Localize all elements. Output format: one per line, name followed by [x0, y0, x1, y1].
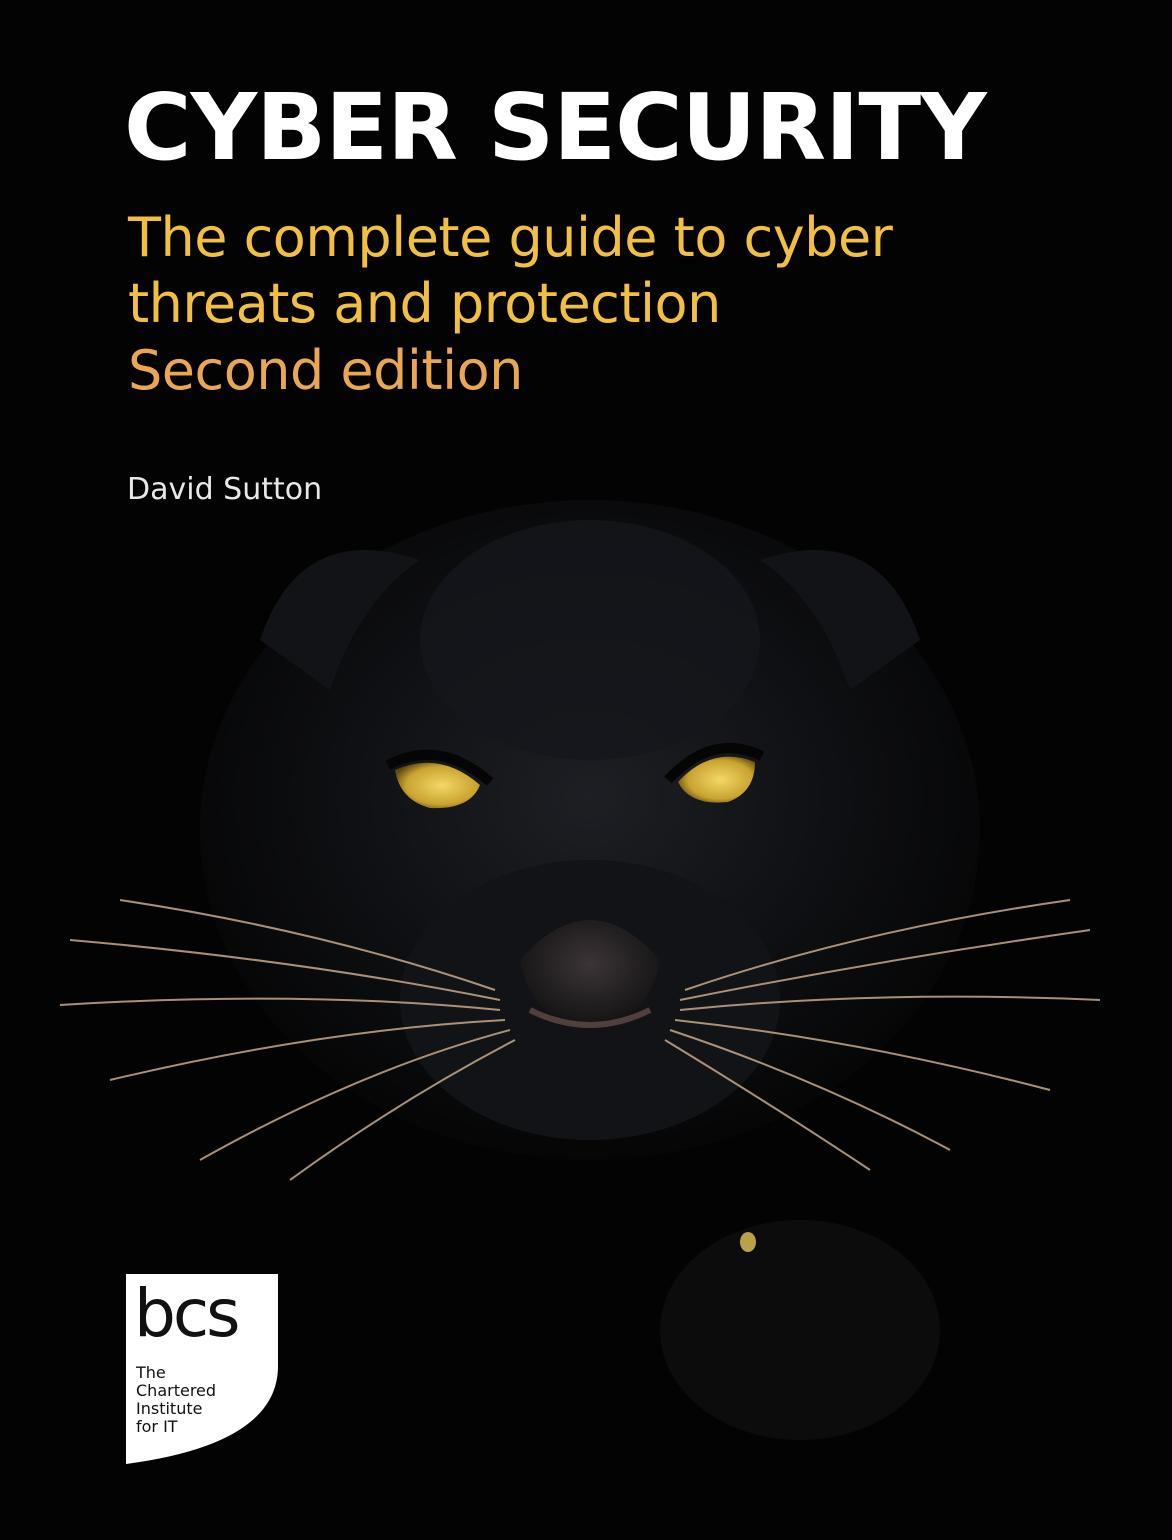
- subtitle-line-1: The complete guide to cyber: [128, 206, 893, 269]
- edition-label: Second edition: [128, 339, 523, 402]
- book-subtitle: The complete guide to cyber threats and …: [128, 205, 893, 337]
- subtitle-line-2: threats and protection: [128, 272, 721, 335]
- book-title: CYBER SECURITY: [124, 74, 987, 181]
- book-cover: CYBER SECURITY The complete guide to cyb…: [0, 0, 1172, 1540]
- logo-tagline: The Chartered Institute for IT: [136, 1364, 216, 1436]
- bcs-logo: bcs The Chartered Institute for IT: [126, 1274, 278, 1464]
- logo-tag-line: The: [136, 1363, 166, 1382]
- author-name: David Sutton: [127, 472, 323, 507]
- logo-tag-line: for IT: [136, 1417, 178, 1436]
- logo-tag-line: Institute: [136, 1399, 203, 1418]
- logo-wordmark: bcs: [134, 1275, 238, 1352]
- logo-tag-line: Chartered: [136, 1381, 217, 1400]
